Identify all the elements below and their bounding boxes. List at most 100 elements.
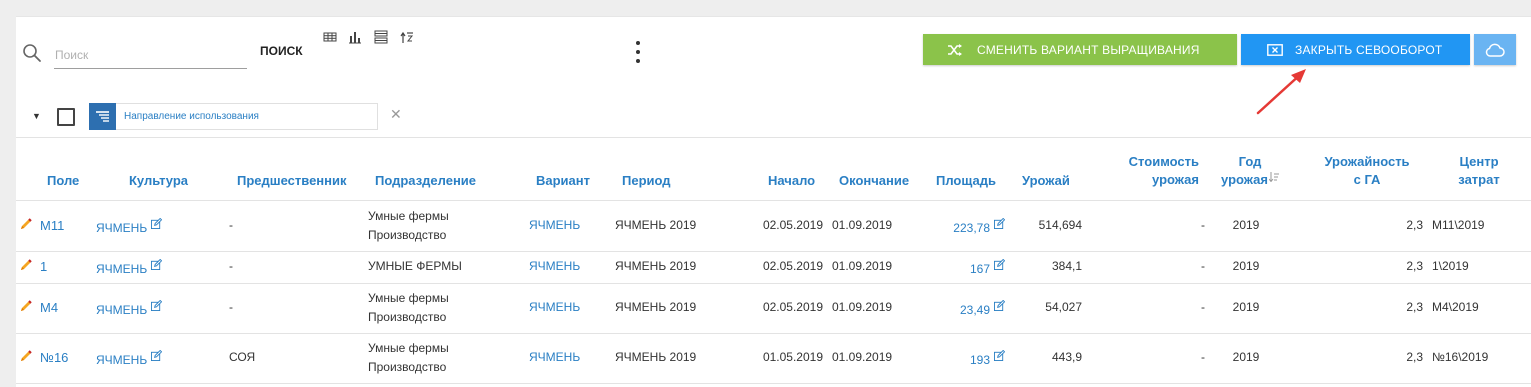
list-view-icon[interactable]	[374, 30, 388, 44]
division-line2: Производство	[368, 228, 447, 242]
change-variant-button[interactable]: СМЕНИТЬ ВАРИАНТ ВЫРАЩИВАНИЯ	[923, 34, 1237, 65]
col-header-yield[interactable]: Урожайность с ГА	[1312, 153, 1422, 189]
col-header-cost-center-line2: затрат	[1458, 172, 1500, 187]
filter-chip-label: Направление использования	[124, 111, 259, 122]
edit-row-icon[interactable]	[19, 299, 33, 313]
search-icon[interactable]	[22, 43, 42, 63]
sort-toggle-icon[interactable]	[400, 30, 414, 44]
search-button[interactable]: ПОИСК	[260, 44, 303, 58]
col-header-division[interactable]: Подразделение	[375, 172, 476, 190]
col-header-yield-line1: Урожайность	[1324, 154, 1410, 169]
close-rotation-label: ЗАКРЫТЬ СЕВООБОРОТ	[1295, 42, 1443, 57]
col-header-variant[interactable]: Вариант	[536, 172, 590, 190]
content-panel: ПОИСК СМЕНИТЬ ВАРИАНТ ВЫРАЩИВАНИЯ	[16, 16, 1531, 387]
harvest-cost-cell: -	[1201, 350, 1205, 364]
col-header-crop[interactable]: Культура	[129, 172, 188, 190]
edit-area-icon[interactable]	[994, 258, 1006, 270]
division-line1: Умные фермы	[368, 341, 449, 355]
period-cell: ЯЧМЕНЬ 2019	[615, 350, 697, 364]
predecessor-cell: -	[229, 300, 233, 314]
col-header-predecessor[interactable]: Предшественник	[237, 172, 347, 190]
remove-filter-icon[interactable]: ✕	[390, 106, 402, 123]
field-link[interactable]: 1	[40, 259, 47, 274]
division-cell: Умные фермы Производство	[368, 289, 449, 327]
edit-area-icon[interactable]	[994, 349, 1006, 361]
expand-caret-icon[interactable]: ▼	[32, 111, 41, 121]
predecessor-cell: -	[229, 218, 233, 232]
crop-label: ЯЧМЕНЬ	[96, 303, 148, 317]
variant-link[interactable]: ЯЧМЕНЬ	[529, 350, 580, 364]
col-header-start[interactable]: Начало	[768, 172, 815, 190]
select-all-checkbox[interactable]	[57, 108, 75, 126]
start-date-cell: 02.05.2019	[762, 259, 823, 273]
col-header-end[interactable]: Окончание	[839, 172, 909, 190]
variant-link[interactable]: ЯЧМЕНЬ	[529, 300, 580, 314]
area-link[interactable]: 167	[906, 258, 1006, 276]
col-header-harvest-year-line1: Год	[1238, 154, 1262, 169]
field-link[interactable]: №16	[40, 350, 68, 365]
col-header-harvest-cost-line1: Стоимость	[1128, 154, 1199, 169]
row-divider	[16, 251, 1531, 252]
cloud-icon	[1485, 43, 1505, 57]
cloud-sync-button[interactable]	[1474, 34, 1516, 65]
period-cell: ЯЧМЕНЬ 2019	[615, 259, 697, 273]
cost-center-cell: М4\2019	[1432, 300, 1479, 314]
harvest-year-cell: 2019	[1232, 218, 1260, 232]
col-header-cost-center-line1: Центр	[1459, 154, 1499, 169]
col-header-period[interactable]: Период	[622, 172, 671, 190]
filter-chip[interactable]: Направление использования	[89, 103, 378, 130]
row-divider	[16, 283, 1531, 284]
end-date-cell: 01.09.2019	[832, 350, 893, 364]
division-line1: Умные фермы	[368, 291, 449, 305]
change-variant-label: СМЕНИТЬ ВАРИАНТ ВЫРАЩИВАНИЯ	[977, 42, 1200, 57]
area-value: 193	[969, 353, 990, 367]
edit-area-icon[interactable]	[994, 217, 1006, 229]
start-date-cell: 02.05.2019	[762, 218, 823, 232]
field-link[interactable]: М11	[40, 218, 64, 233]
period-cell: ЯЧМЕНЬ 2019	[615, 300, 697, 314]
edit-crop-icon[interactable]	[151, 217, 163, 229]
area-link[interactable]: 193	[906, 349, 1006, 367]
area-link[interactable]: 223,78	[906, 217, 1006, 235]
chart-view-icon[interactable]	[348, 30, 362, 44]
division-cell: УМНЫЕ ФЕРМЫ	[368, 259, 462, 273]
col-header-harvest-cost[interactable]: Стоимость урожая	[1111, 153, 1199, 189]
crop-link[interactable]: ЯЧМЕНЬ	[96, 217, 163, 235]
crop-link[interactable]: ЯЧМЕНЬ	[96, 349, 163, 367]
crop-link[interactable]: ЯЧМЕНЬ	[96, 258, 163, 276]
close-box-icon	[1267, 43, 1283, 56]
search-input[interactable]	[54, 41, 247, 69]
harvest-cost-cell: -	[1201, 300, 1205, 314]
more-menu-icon[interactable]	[632, 41, 644, 63]
crop-label: ЯЧМЕНЬ	[96, 262, 148, 276]
start-date-cell: 01.05.2019	[762, 350, 823, 364]
col-header-harvest[interactable]: Урожай	[1022, 172, 1070, 190]
close-rotation-button[interactable]: ЗАКРЫТЬ СЕВООБОРОТ	[1241, 34, 1470, 65]
predecessor-cell: СОЯ	[229, 350, 256, 364]
variant-link[interactable]: ЯЧМЕНЬ	[529, 218, 580, 232]
col-header-field[interactable]: Поле	[47, 172, 79, 190]
crop-link[interactable]: ЯЧМЕНЬ	[96, 299, 163, 317]
area-value: 223,78	[953, 221, 990, 235]
sort-desc-icon[interactable]	[1268, 172, 1279, 182]
yield-cell: 2,3	[1406, 218, 1423, 232]
field-link[interactable]: М4	[40, 300, 58, 315]
harvest-cell: 443,9	[1051, 350, 1082, 364]
col-header-harvest-year[interactable]: Год урожая	[1214, 153, 1286, 189]
col-header-area[interactable]: Площадь	[936, 172, 996, 190]
area-link[interactable]: 23,49	[906, 299, 1006, 317]
edit-row-icon[interactable]	[19, 349, 33, 363]
harvest-cost-cell: -	[1201, 218, 1205, 232]
edit-crop-icon[interactable]	[151, 299, 163, 311]
edit-crop-icon[interactable]	[151, 349, 163, 361]
col-header-cost-center[interactable]: Центр затрат	[1444, 153, 1514, 189]
edit-area-icon[interactable]	[994, 299, 1006, 311]
table-view-icon[interactable]	[323, 30, 337, 44]
edit-row-icon[interactable]	[19, 258, 33, 272]
edit-row-icon[interactable]	[19, 217, 33, 231]
harvest-cell: 384,1	[1051, 259, 1082, 273]
variant-link[interactable]: ЯЧМЕНЬ	[529, 259, 580, 273]
division-line2: Производство	[368, 310, 447, 324]
filter-list-icon	[89, 103, 116, 130]
edit-crop-icon[interactable]	[151, 258, 163, 270]
